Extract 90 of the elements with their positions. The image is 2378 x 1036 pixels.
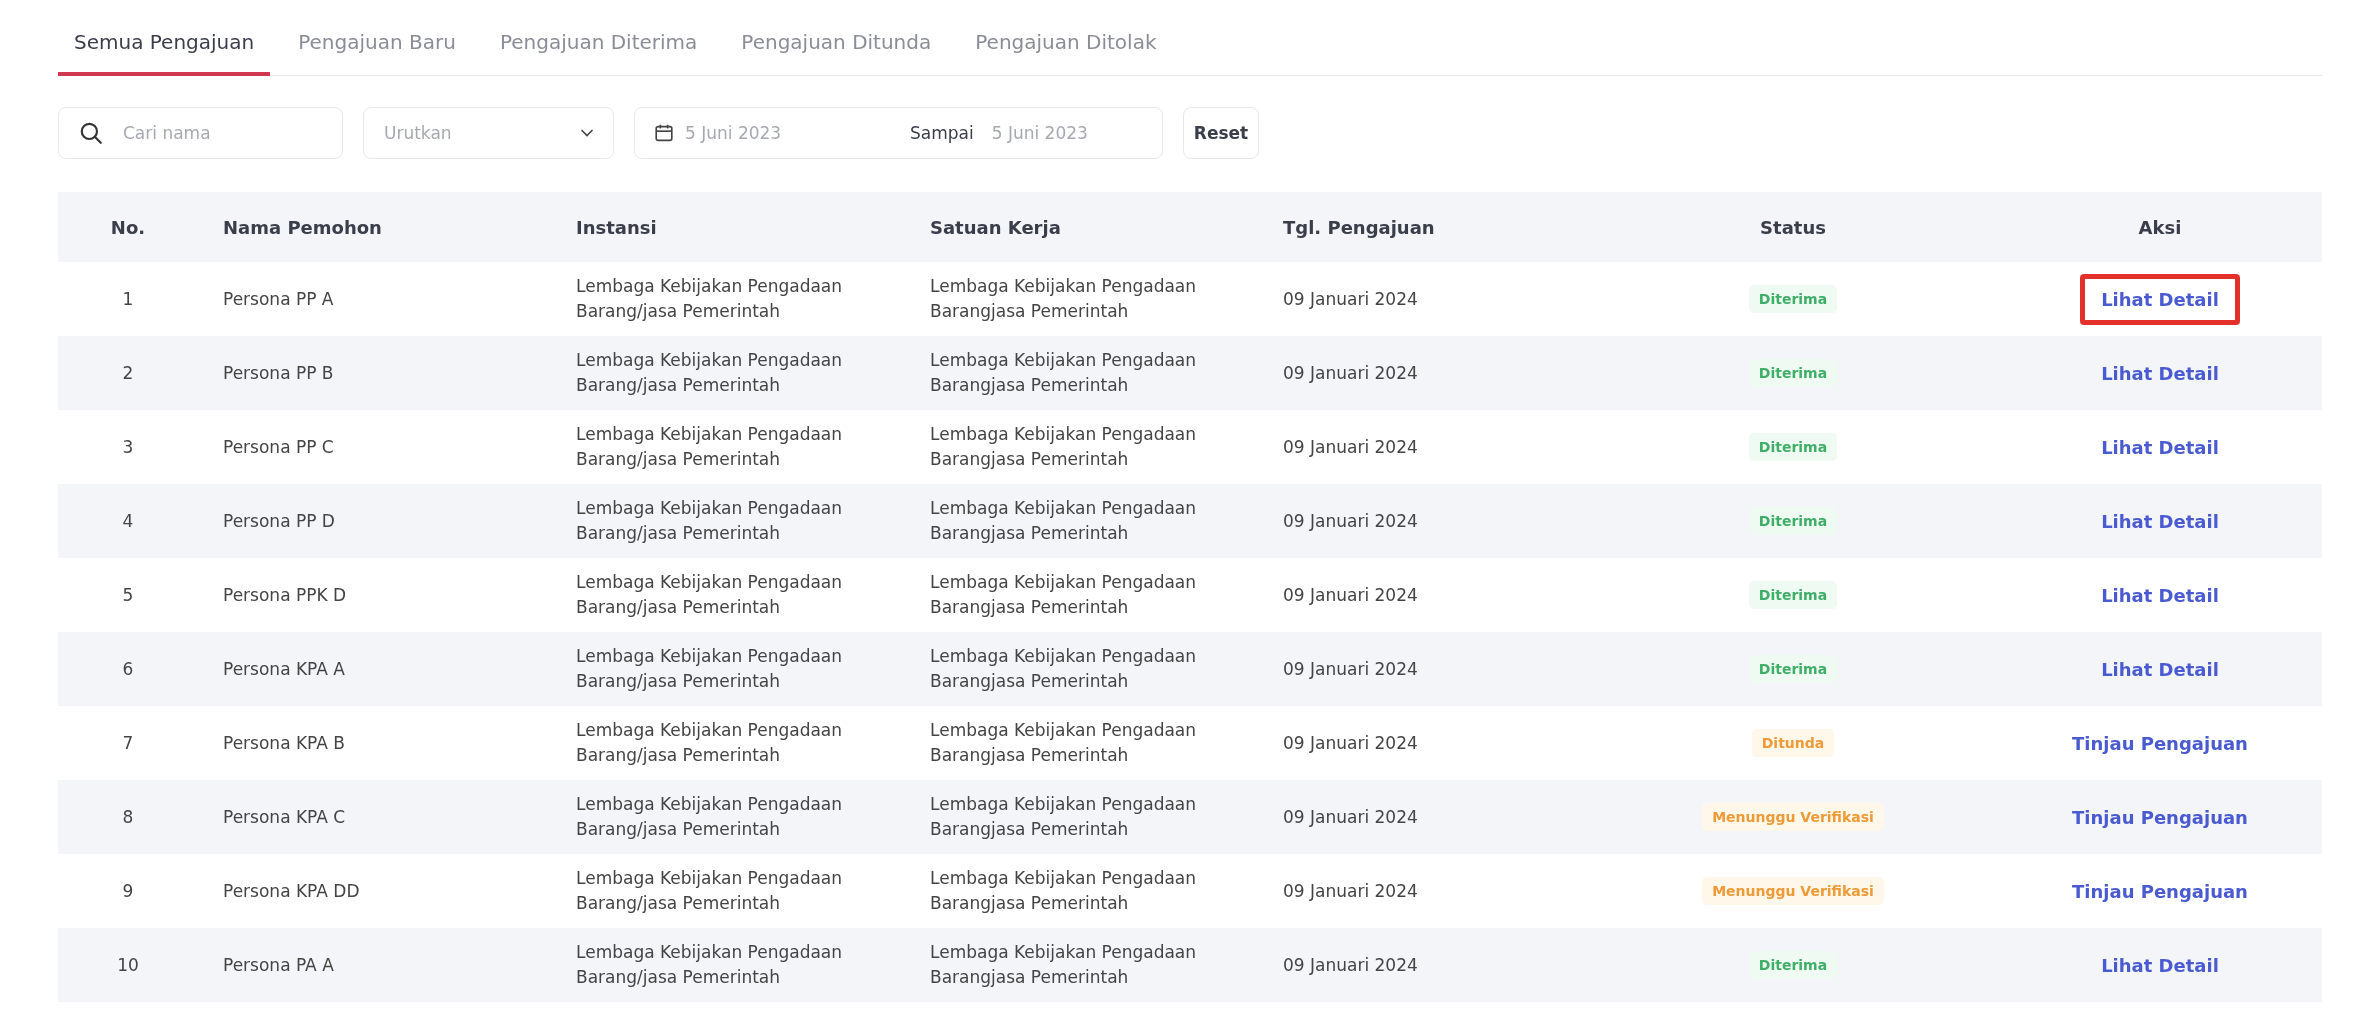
table-cell-text: Lembaga Kebijakan Pengadaan Barangjasa Pemerintah [929,274,1198,323]
table-cell-text: Persona PP D [222,511,336,531]
status-badge: Ditunda [1751,729,1835,757]
action-link[interactable]: Lihat Detail [2080,939,2240,991]
table-cell-text: 3 [121,437,135,457]
date-to-label: Sampai [910,123,974,143]
table-cell-text: 2 [121,363,135,383]
table-cell-text: 09 Januari 2024 [1282,511,1419,531]
table-cell-text: Persona KPA DD [222,881,361,901]
table-cell-text: Lembaga Kebijakan Pengadaan Barang/jasa Pemerintah [575,274,844,323]
table-cell-text: Persona KPA A [222,659,346,679]
tab[interactable]: Pengajuan Ditunda [725,18,948,76]
table-cell-text: 6 [121,659,135,679]
action-link[interactable]: Lihat Detail [2080,643,2240,695]
status-badge: Diterima [1748,285,1838,313]
reset-button[interactable]: Reset [1183,107,1259,159]
table-cell-text: Lembaga Kebijakan Pengadaan Barang/jasa Pemerintah [575,644,844,693]
table-cell-text: Lembaga Kebijakan Pengadaan Barang/jasa Pemerintah [575,866,844,915]
table-cell-text: Lembaga Kebijakan Pengadaan Barangjasa Pemerintah [929,348,1198,397]
column-header: Status [1759,216,1827,238]
table-cell-text: 4 [121,511,135,531]
status-badge: Diterima [1748,581,1838,609]
table-cell-text: Persona PP C [222,437,335,457]
status-badge: Menunggu Verifikasi [1702,803,1884,831]
date-from: 5 Juni 2023 [685,123,783,143]
tab[interactable]: Semua Pengajuan [58,18,271,76]
table-cell-text: Lembaga Kebijakan Pengadaan Barangjasa Pemerintah [929,644,1198,693]
table-cell-text: Lembaga Kebijakan Pengadaan Barang/jasa Pemerintah [575,718,844,767]
table-cell-text: 09 Januari 2024 [1282,437,1419,457]
table-cell-text: 7 [121,733,135,753]
action-link[interactable]: Tinjau Pengajuan [2051,865,2269,917]
table-cell-text: Persona PPK D [222,585,348,605]
tab[interactable]: Pengajuan Ditolak [959,18,1173,76]
table-cell-text: Lembaga Kebijakan Pengadaan Barang/jasa Pemerintah [575,940,844,989]
table-cell-text: Lembaga Kebijakan Pengadaan Barangjasa Pemerintah [929,792,1198,841]
column-header: No. [109,216,147,238]
table-cell-text: Lembaga Kebijakan Pengadaan Barangjasa Pemerintah [929,866,1198,915]
table-cell-text: Lembaga Kebijakan Pengadaan Barangjasa Pemerintah [929,718,1198,767]
table-cell-text: Persona KPA B [222,733,346,753]
table-cell-text: 09 Januari 2024 [1282,659,1419,679]
table-cell-text: 5 [121,585,135,605]
table-cell-text: 09 Januari 2024 [1282,363,1419,383]
table-cell-text: Lembaga Kebijakan Pengadaan Barangjasa Pemerintah [929,940,1198,989]
action-link[interactable]: Lihat Detail [2080,273,2240,325]
table-cell-text: Persona KPA C [222,807,347,827]
action-link[interactable]: Tinjau Pengajuan [2051,791,2269,843]
action-link[interactable]: Tinjau Pengajuan [2051,717,2269,769]
table-cell-text: 09 Januari 2024 [1282,733,1419,753]
status-badge: Diterima [1748,359,1838,387]
table-cell-text: 09 Januari 2024 [1282,807,1419,827]
tab[interactable]: Pengajuan Baru [282,18,472,76]
action-link[interactable]: Lihat Detail [2080,495,2240,547]
column-header: Nama Pemohon [222,216,383,238]
table-cell-text: Persona PP A [222,289,335,309]
column-header: Tgl. Pengajuan [1282,216,1436,238]
table-cell-text: Lembaga Kebijakan Pengadaan Barang/jasa Pemerintah [575,422,844,471]
table-cell-text: Lembaga Kebijakan Pengadaan Barangjasa Pemerintah [929,570,1198,619]
status-badge: Diterima [1748,951,1838,979]
action-link[interactable]: Lihat Detail [2080,347,2240,399]
table-cell-text: 10 [116,955,140,975]
table-cell-text: Lembaga Kebijakan Pengadaan Barang/jasa Pemerintah [575,348,844,397]
table-cell-text: 8 [121,807,135,827]
tab[interactable]: Pengajuan Diterima [483,18,714,76]
table-cell-text: 09 Januari 2024 [1282,955,1419,975]
table-cell-text: Lembaga Kebijakan Pengadaan Barang/jasa Pemerintah [575,792,844,841]
action-link[interactable]: Lihat Detail [2080,569,2240,621]
date-range-field[interactable]: 5 Juni 2023 Sampai 5 Juni 2023 [634,107,1163,159]
calendar-icon [653,122,675,144]
table-cell-text: 9 [121,881,135,901]
status-badge: Menunggu Verifikasi [1702,877,1884,905]
table-cell-text: 1 [121,289,135,309]
search-field[interactable]: Cari nama [58,107,343,159]
date-to: 5 Juni 2023 [991,123,1088,143]
table-cell-text: Lembaga Kebijakan Pengadaan Barang/jasa Pemerintah [575,496,844,545]
table-cell-text: 09 Januari 2024 [1282,585,1419,605]
table-cell-text: 09 Januari 2024 [1282,881,1419,901]
column-header: Instansi [575,216,658,238]
table-cell-text: Lembaga Kebijakan Pengadaan Barangjasa Pemerintah [929,496,1198,545]
table-cell-text: Persona PA A [222,955,335,975]
search-icon [78,120,104,146]
status-badge: Diterima [1748,655,1838,683]
column-header: Aksi [2137,216,2183,238]
table-cell-text: 09 Januari 2024 [1282,289,1419,309]
column-header: Satuan Kerja [929,216,1062,238]
status-badge: Diterima [1748,433,1838,461]
action-link[interactable]: Lihat Detail [2080,421,2240,473]
table-cell-text: Lembaga Kebijakan Pengadaan Barang/jasa Pemerintah [575,570,844,619]
table-cell-text: Persona PP B [222,363,335,383]
table-cell-text: Lembaga Kebijakan Pengadaan Barangjasa Pemerintah [929,422,1198,471]
status-badge: Diterima [1748,507,1838,535]
